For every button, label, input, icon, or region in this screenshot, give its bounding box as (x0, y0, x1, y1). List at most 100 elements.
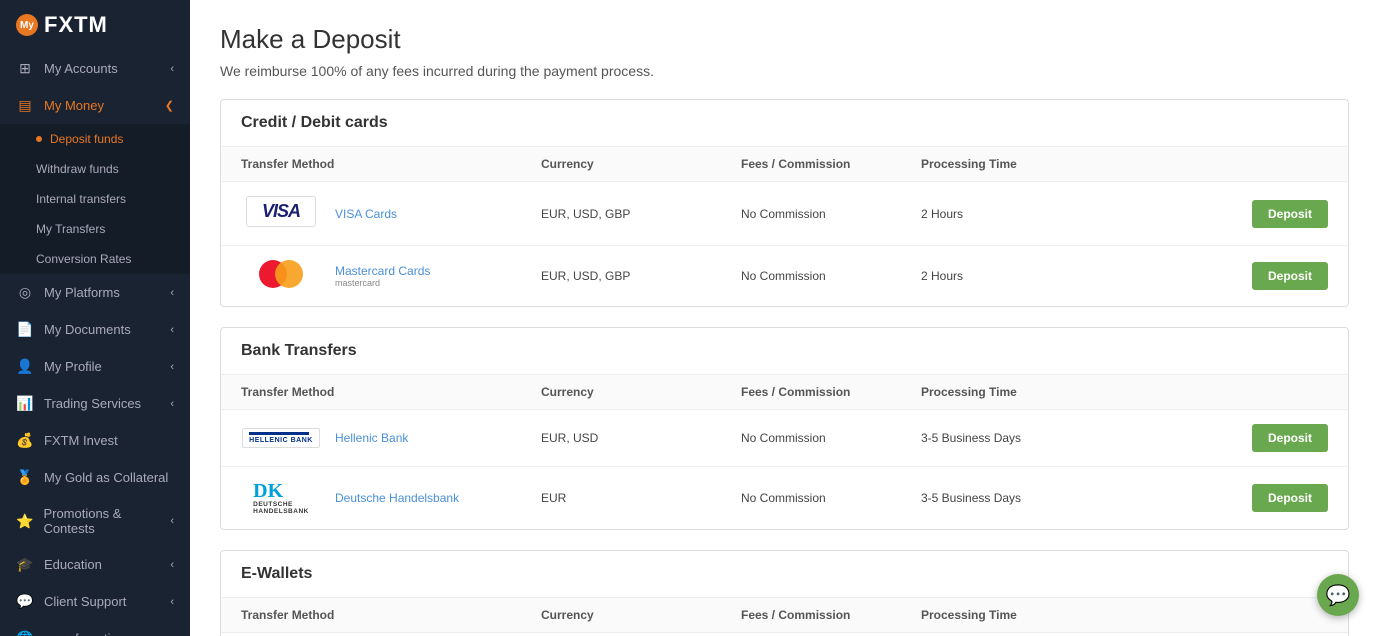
documents-icon: 📄 (16, 321, 34, 338)
sidebar-item-my-documents[interactable]: 📄 My Documents ‹ (0, 311, 190, 348)
deutsche-name: DEUTSCHEHANDELSBANK (253, 501, 309, 515)
sidebar-label-website: www.forextime.com (44, 631, 157, 636)
sidebar-item-my-money[interactable]: ▤ My Money ❮ (0, 87, 190, 124)
th-transfer-method-bank: Transfer Method (221, 375, 521, 410)
chevron-down-icon: ❮ (165, 99, 174, 112)
deutsche-logo: DK DEUTSCHEHANDELSBANK (253, 481, 309, 515)
logo: My FXTM (0, 0, 190, 50)
table-row: Mastercard Cards mastercard EUR, USD, GB… (221, 246, 1348, 307)
logo-my-badge: My (16, 14, 38, 36)
deutsche-fees: No Commission (721, 467, 901, 530)
sidebar-item-withdraw-funds[interactable]: Withdraw funds (0, 154, 190, 184)
ewallets-table: Transfer Method Currency Fees / Commissi… (221, 598, 1348, 636)
visa-deposit-button[interactable]: Deposit (1252, 200, 1328, 228)
page-subtitle: We reimburse 100% of any fees incurred d… (220, 63, 1349, 79)
sidebar-item-conversion-rates[interactable]: Conversion Rates (0, 244, 190, 274)
credit-debit-section: Credit / Debit cards Transfer Method Cur… (220, 99, 1349, 307)
mastercard-action-cell: Deposit (1081, 246, 1348, 307)
sidebar-item-internal-transfers[interactable]: Internal transfers (0, 184, 190, 214)
page-title: Make a Deposit (220, 24, 1349, 55)
bank-transfers-section: Bank Transfers Transfer Method Currency … (220, 327, 1349, 530)
th-fees-ew: Fees / Commission (721, 598, 901, 633)
visa-currency: EUR, USD, GBP (521, 182, 721, 246)
main-content: Make a Deposit We reimburse 100% of any … (190, 0, 1379, 636)
visa-cards-link[interactable]: VISA Cards (335, 207, 397, 221)
hellenic-bar (249, 432, 309, 435)
hellenic-deposit-button[interactable]: Deposit (1252, 424, 1328, 452)
sidebar-label-gold-collateral: My Gold as Collateral (44, 470, 168, 485)
chevron-icon: ‹ (170, 287, 174, 299)
mastercard-currency: EUR, USD, GBP (521, 246, 721, 307)
th-action (1081, 147, 1348, 182)
sidebar-label-my-money: My Money (44, 98, 104, 113)
hellenic-fees: No Commission (721, 410, 901, 467)
sidebar-item-fxtm-invest[interactable]: 💰 FXTM Invest (0, 422, 190, 459)
sidebar-item-client-support[interactable]: 💬 Client Support ‹ (0, 583, 190, 620)
deutsche-action-cell: Deposit (1081, 467, 1348, 530)
accounts-icon: ⊞ (16, 60, 34, 77)
sidebar-item-my-transfers[interactable]: My Transfers (0, 214, 190, 244)
bank-transfers-title: Bank Transfers (221, 328, 1348, 375)
mastercard-sub: mastercard (335, 278, 430, 288)
deutsche-deposit-button[interactable]: Deposit (1252, 484, 1328, 512)
money-icon: ▤ (16, 97, 34, 114)
deutsche-dk-text: DK (253, 481, 283, 501)
th-currency: Currency (521, 147, 721, 182)
mastercard-logo (259, 260, 303, 288)
mastercard-fees: No Commission (721, 246, 901, 307)
skrill-processing: 2 Hours (901, 633, 1081, 636)
visa-processing: 2 Hours (901, 182, 1081, 246)
education-icon: 🎓 (16, 556, 34, 573)
sidebar-label-promotions: Promotions & Contests (43, 506, 160, 536)
th-transfer-method-ew: Transfer Method (221, 598, 521, 633)
sidebar-label-my-accounts: My Accounts (44, 61, 118, 76)
sidebar-item-trading-services[interactable]: 📊 Trading Services ‹ (0, 385, 190, 422)
credit-debit-table: Transfer Method Currency Fees / Commissi… (221, 147, 1348, 306)
chevron-icon: ‹ (170, 596, 174, 608)
ewallets-title: E-Wallets (221, 551, 1348, 598)
skrill-fees: No Commission (721, 633, 901, 636)
sidebar-item-my-platforms[interactable]: ◎ My Platforms ‹ (0, 274, 190, 311)
chat-button[interactable]: 💬 (1317, 574, 1359, 616)
chevron-icon: ‹ (170, 324, 174, 336)
sidebar-item-website[interactable]: 🌐 www.forextime.com (0, 620, 190, 636)
trading-icon: 📊 (16, 395, 34, 412)
bank-transfers-table: Transfer Method Currency Fees / Commissi… (221, 375, 1348, 529)
sidebar-item-education[interactable]: 🎓 Education ‹ (0, 546, 190, 583)
sidebar-label-withdraw-funds: Withdraw funds (36, 162, 119, 176)
skrill-action-cell: Deposit (1081, 633, 1348, 636)
deutsche-bank-link[interactable]: Deutsche Handelsbank (335, 491, 459, 505)
deutsche-method-cell: DK DEUTSCHEHANDELSBANK Deutsche Handelsb… (221, 467, 521, 530)
mastercard-processing: 2 Hours (901, 246, 1081, 307)
my-money-submenu: Deposit funds Withdraw funds Internal tr… (0, 124, 190, 274)
th-transfer-method: Transfer Method (221, 147, 521, 182)
sidebar-item-my-accounts[interactable]: ⊞ My Accounts ‹ (0, 50, 190, 87)
deutsche-processing: 3-5 Business Days (901, 467, 1081, 530)
mastercard-deposit-button[interactable]: Deposit (1252, 262, 1328, 290)
th-fees-bank: Fees / Commission (721, 375, 901, 410)
invest-icon: 💰 (16, 432, 34, 449)
sidebar-label-my-transfers: My Transfers (36, 222, 105, 236)
hellenic-action-cell: Deposit (1081, 410, 1348, 467)
mc-circle-right (275, 260, 303, 288)
hellenic-bank-link[interactable]: Hellenic Bank (335, 431, 408, 445)
table-row: VISA VISA Cards EUR, USD, GBP No Commiss… (221, 182, 1348, 246)
support-icon: 💬 (16, 593, 34, 610)
gold-icon: 🏅 (16, 469, 34, 486)
chat-icon: 💬 (1326, 583, 1351, 608)
th-fees: Fees / Commission (721, 147, 901, 182)
chevron-icon: ‹ (170, 398, 174, 410)
logo-fxtm-text: FXTM (44, 12, 108, 38)
deutsche-currency: EUR (521, 467, 721, 530)
th-processing-ew: Processing Time (901, 598, 1081, 633)
sidebar-item-deposit-funds[interactable]: Deposit funds (0, 124, 190, 154)
sidebar-item-gold-collateral[interactable]: 🏅 My Gold as Collateral (0, 459, 190, 496)
skrill-method-cell: Skrill 1-Tap Skrill / Moneybookers VIP (221, 633, 521, 636)
chevron-icon: ‹ (170, 515, 174, 527)
sidebar-item-promotions[interactable]: ⭐ Promotions & Contests ‹ (0, 496, 190, 546)
hellenic-method-cell: HELLENIC BANK Hellenic Bank (221, 410, 521, 467)
mastercard-cards-link[interactable]: Mastercard Cards (335, 264, 430, 278)
sidebar-item-my-profile[interactable]: 👤 My Profile ‹ (0, 348, 190, 385)
website-icon: 🌐 (16, 630, 34, 636)
skrill-currency: EUR, USD, GBP, PLN, CZK (521, 633, 721, 636)
